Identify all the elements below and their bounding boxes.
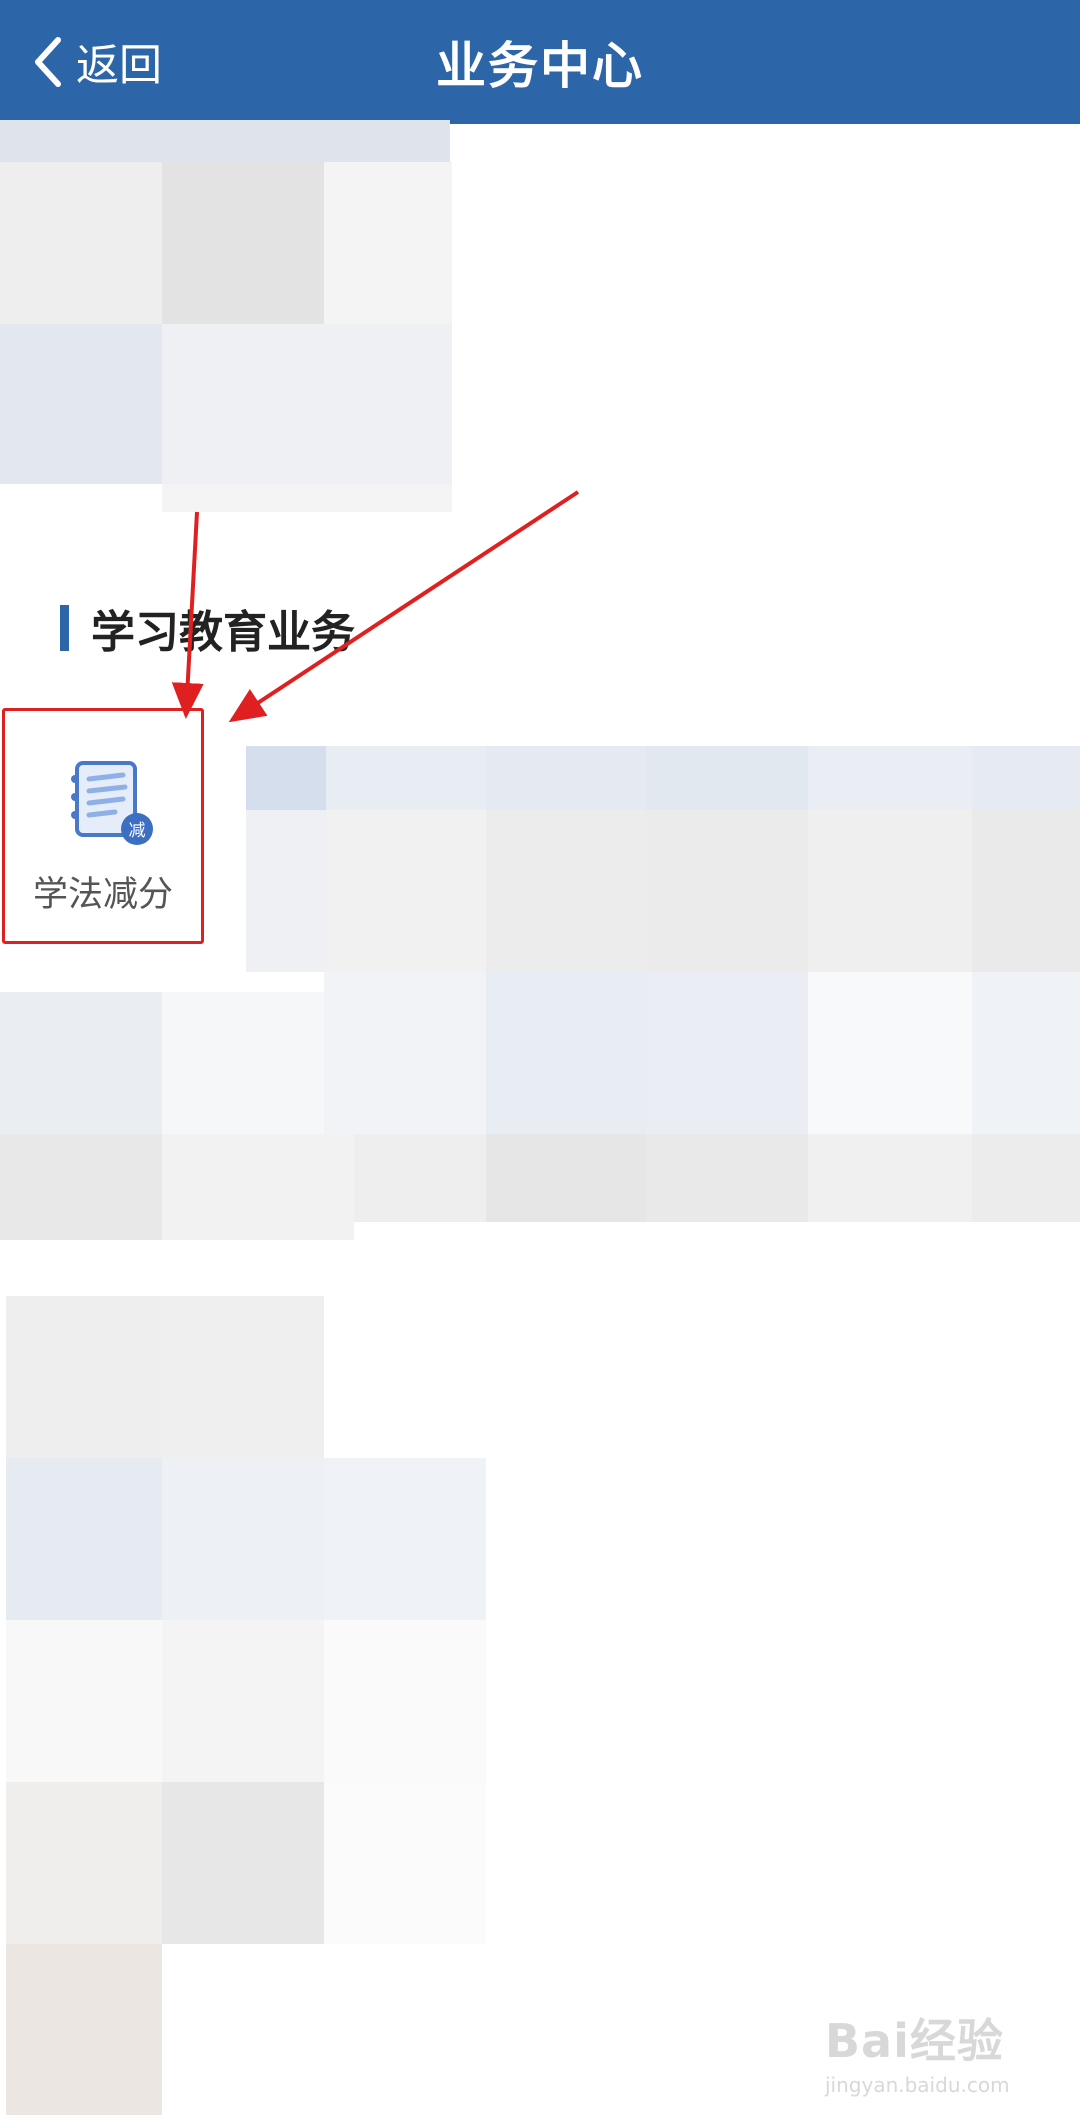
section-title: 学习教育业务 xyxy=(91,607,355,658)
service-label: 学法减分 xyxy=(32,875,173,915)
badge-text: 减 xyxy=(129,821,146,841)
page-title: 业务中心 xyxy=(436,37,644,95)
notebook-icon: 减 xyxy=(71,761,153,845)
section-accent-bar xyxy=(60,605,69,651)
watermark-url: jingyan.baidu.com xyxy=(825,2073,1010,2097)
section-header: 学习教育业务 xyxy=(60,603,355,658)
service-tile-study-law-reduce-points[interactable]: 减 学法减分 xyxy=(2,708,204,944)
watermark: Bai经验 jingyan.baidu.com xyxy=(825,2005,1065,2105)
watermark-logo: Bai经验 xyxy=(825,2014,1004,2068)
header-bar: 返回 业务中心 xyxy=(0,0,1080,124)
